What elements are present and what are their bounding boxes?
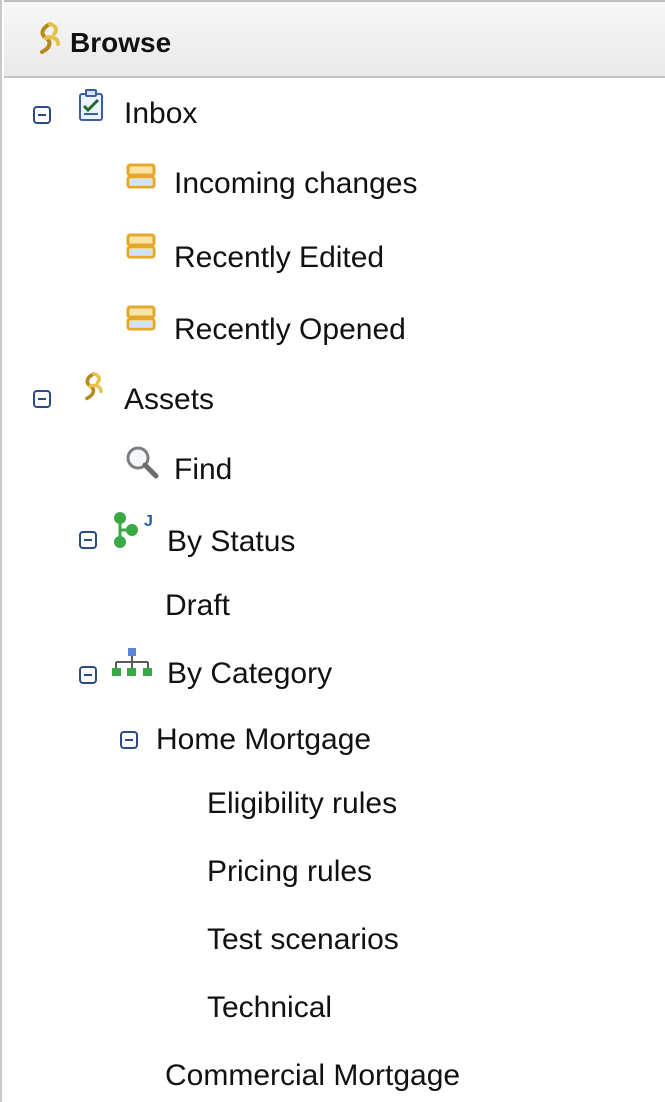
inbox-clipboard-icon — [79, 89, 103, 121]
rules-sprig-icon — [85, 372, 103, 401]
tree-item-eligibility-rules[interactable]: Eligibility rules — [207, 780, 397, 828]
inbox-list-icon — [126, 305, 156, 331]
tree-item-label: Recently Edited — [174, 241, 385, 274]
tree-item-label: Draft — [165, 589, 231, 622]
tree-item-assets[interactable]: Assets — [124, 376, 214, 424]
category-hierarchy-icon — [112, 648, 152, 676]
tree-item-recently-opened[interactable]: Recently Opened — [174, 306, 406, 354]
rules-sprig-icon — [40, 22, 60, 54]
home-mortgage-collapse-toggle[interactable] — [120, 731, 138, 749]
tree-item-draft[interactable]: Draft — [165, 582, 230, 630]
tree-item-label: Recently Opened — [174, 313, 406, 346]
tree-item-label: Home Mortgage — [156, 723, 372, 756]
tree-item-by-status[interactable]: By Status — [167, 518, 295, 566]
tree-item-label: Inbox — [124, 97, 198, 130]
inbox-list-icon — [126, 233, 156, 259]
tree-item-label: Test scenarios — [207, 923, 399, 956]
tree-item-label: Incoming changes — [174, 167, 418, 200]
tree-item-label: Assets — [124, 383, 215, 416]
tree-item-label: Technical — [207, 991, 333, 1024]
tree-item-home-mortgage[interactable]: Home Mortgage — [156, 716, 371, 764]
tree-item-by-category[interactable]: By Category — [167, 650, 332, 698]
browse-title: Browse — [70, 27, 172, 58]
tree-item-label: Eligibility rules — [207, 787, 398, 820]
tree-item-label: By Status — [167, 525, 296, 558]
tree-item-incoming-changes[interactable]: Incoming changes — [174, 160, 418, 208]
tree-item-find[interactable]: Find — [174, 446, 232, 494]
svg-text:J: J — [144, 513, 153, 530]
tree-item-label: Commercial Mortgage — [165, 1059, 461, 1092]
tree-item-label: Pricing rules — [207, 855, 373, 888]
status-tree-icon: J — [114, 512, 153, 548]
assets-collapse-toggle[interactable] — [33, 390, 51, 408]
tree-item-label: Find — [174, 453, 233, 486]
inbox-list-icon — [126, 163, 156, 189]
tree-item-label: By Category — [167, 657, 333, 690]
inbox-collapse-toggle[interactable] — [33, 106, 51, 124]
tree-item-technical[interactable]: Technical — [207, 984, 332, 1032]
tree-item-inbox[interactable]: Inbox — [124, 90, 197, 138]
tree-item-recently-edited[interactable]: Recently Edited — [174, 234, 384, 282]
tree-item-pricing-rules[interactable]: Pricing rules — [207, 848, 372, 896]
by-status-collapse-toggle[interactable] — [79, 531, 97, 549]
browse-panel: Browse Inbox Incoming changes Recently E… — [0, 0, 665, 1102]
tree-item-test-scenarios[interactable]: Test scenarios — [207, 916, 399, 964]
browse-header[interactable]: Browse — [4, 0, 665, 78]
magnifier-icon — [126, 446, 159, 479]
tree-item-commercial-mortgage[interactable]: Commercial Mortgage — [165, 1052, 460, 1100]
by-category-collapse-toggle[interactable] — [79, 666, 97, 684]
